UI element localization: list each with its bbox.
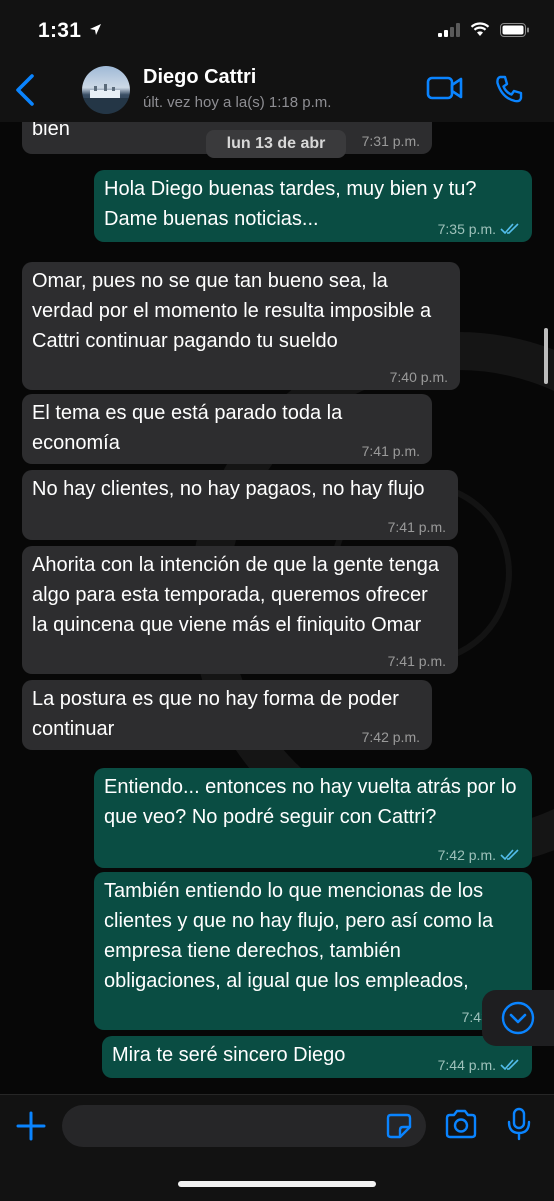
message-meta: 7:31 p.m.: [362, 132, 420, 150]
message-input[interactable]: [62, 1105, 426, 1147]
message-text: Ahorita con la intención de que la gente…: [32, 554, 439, 636]
message-meta: 7:42 p.m.: [362, 728, 420, 746]
message-meta: 7:44 p.m.: [438, 1056, 520, 1074]
chat-header: Diego Cattri últ. vez hoy a la(s) 1:18 p…: [0, 54, 554, 122]
message-time: 7:41 p.m.: [387, 519, 446, 535]
microphone-icon: [507, 1107, 531, 1141]
message-bubble-incoming[interactable]: La postura es que no hay forma de poder …: [22, 680, 432, 750]
cellular-signal-icon: [438, 22, 460, 37]
avatar-photo-icon: [82, 84, 130, 114]
message-text: También entiendo lo que mencionas de los…: [104, 880, 494, 992]
double-check-icon: [500, 223, 519, 235]
message-meta: 7:42 p.m.: [438, 846, 520, 864]
message-bubble-outgoing[interactable]: Mira te seré sincero Diego 7:44 p.m.: [102, 1036, 532, 1078]
message-text: Entiendo... entonces no hay vuelta atrás…: [104, 776, 517, 828]
date-separator: lun 13 de abr: [206, 130, 346, 158]
message-meta: 7:41 p.m.: [388, 518, 446, 536]
message-time: 7:42 p.m.: [361, 729, 420, 745]
battery-icon: [500, 22, 529, 37]
message-bubble-incoming[interactable]: Omar, pues no se que tan bueno sea, la v…: [22, 262, 460, 390]
chevron-left-icon: [16, 74, 34, 106]
phone-icon: [496, 75, 523, 103]
chat-area[interactable]: bien 7:31 p.m. lun 13 de abr Hola Diego …: [0, 122, 554, 1094]
message-bubble-incoming[interactable]: Ahorita con la intención de que la gente…: [22, 546, 458, 674]
video-camera-icon: [426, 76, 463, 100]
composer-bar: [0, 1094, 554, 1201]
message-bubble-outgoing[interactable]: Entiendo... entonces no hay vuelta atrás…: [94, 768, 532, 868]
message-bubble-incoming[interactable]: No hay clientes, no hay pagaos, no hay f…: [22, 470, 458, 540]
message-time: 7:31 p.m.: [361, 133, 420, 149]
status-indicators: [438, 22, 530, 37]
home-indicator[interactable]: [178, 1181, 376, 1187]
camera-icon: [445, 1109, 477, 1139]
scroll-indicator[interactable]: [544, 328, 548, 384]
voice-call-button[interactable]: [494, 74, 524, 109]
plus-icon: [16, 1111, 46, 1141]
contact-name[interactable]: Diego Cattri: [143, 66, 256, 89]
message-time: 7:40 p.m.: [389, 369, 448, 385]
attach-button[interactable]: [14, 1109, 48, 1148]
message-meta: 7:40 p.m.: [390, 368, 448, 386]
back-button[interactable]: [10, 70, 44, 110]
message-meta: 7:35 p.m.: [438, 220, 520, 238]
avatar[interactable]: [82, 66, 130, 114]
message-bubble-outgoing[interactable]: Hola Diego buenas tardes, muy bien y tu?…: [94, 170, 532, 242]
message-time: 7:41 p.m.: [387, 653, 446, 669]
sticker-icon: [386, 1113, 412, 1139]
message-text: Omar, pues no se que tan bueno sea, la v…: [32, 270, 432, 352]
camera-button[interactable]: [444, 1109, 478, 1144]
message-bubble-outgoing[interactable]: También entiendo lo que mencionas de los…: [94, 872, 532, 1030]
scroll-to-bottom-button[interactable]: [482, 990, 554, 1046]
message-bubble-incoming[interactable]: El tema es que está parado toda la econo…: [22, 394, 432, 464]
message-meta: 7:41 p.m.: [388, 652, 446, 670]
chevron-down-icon: [501, 1001, 535, 1035]
message-time: 7:42 p.m.: [437, 847, 496, 863]
message-time: 7:44 p.m.: [437, 1057, 496, 1073]
location-arrow-icon: [90, 24, 102, 35]
status-time: 1:31: [38, 19, 102, 43]
sticker-button[interactable]: [386, 1113, 412, 1144]
message-text: No hay clientes, no hay pagaos, no hay f…: [32, 478, 425, 500]
status-time-text: 1:31: [38, 19, 82, 42]
video-call-button[interactable]: [426, 74, 464, 107]
message-time: 7:35 p.m.: [437, 221, 496, 237]
double-check-icon: [500, 1059, 519, 1071]
last-seen-status: últ. vez hoy a la(s) 1:18 p.m.: [143, 94, 332, 111]
voice-message-button[interactable]: [506, 1107, 532, 1146]
message-time: 7:41 p.m.: [361, 443, 420, 459]
message-meta: 7:41 p.m.: [362, 442, 420, 460]
double-check-icon: [500, 849, 519, 861]
wifi-icon: [470, 22, 490, 36]
